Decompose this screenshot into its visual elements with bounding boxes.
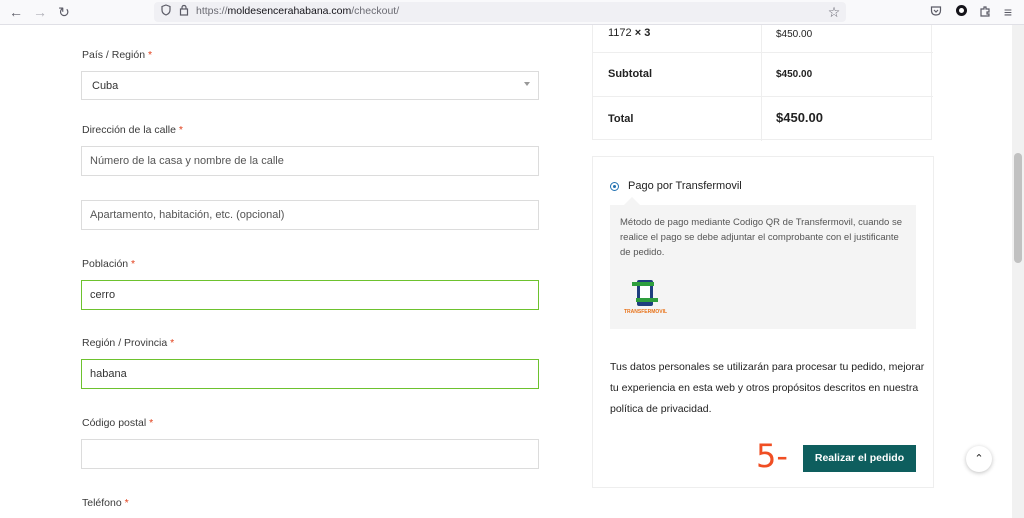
chevron-up-icon: ⌃ (974, 453, 984, 465)
place-order-button[interactable]: Realizar el pedido (803, 445, 916, 472)
postal-input[interactable] (81, 439, 539, 469)
privacy-text: Tus datos personales se utilizarán para … (610, 361, 925, 415)
back-to-top-button[interactable]: ⌃ (966, 446, 992, 472)
lock-icon[interactable] (176, 4, 192, 20)
payment-box: Pago por Transfermovil Método de pago me… (592, 156, 934, 488)
back-icon[interactable]: ← (6, 3, 26, 21)
extensions-icon[interactable] (975, 3, 995, 21)
country-value: Cuba (92, 80, 119, 92)
item-price: $450.00 (776, 29, 813, 40)
payment-method-label[interactable]: Pago por Transfermovil (628, 180, 742, 192)
phone-label: Teléfono * (82, 497, 129, 509)
scrollbar[interactable] (1012, 25, 1024, 518)
arrow-left-icon (636, 298, 658, 302)
account-icon[interactable] (951, 3, 971, 21)
postal-label: Código postal * (82, 417, 154, 429)
menu-icon[interactable]: ≡ (998, 3, 1018, 21)
url-bar[interactable]: https://moldesencerahabana.com/checkout/… (154, 2, 846, 22)
payment-radio[interactable] (610, 182, 619, 191)
street-label: Dirección de la calle * (82, 124, 183, 136)
chevron-down-icon (524, 82, 530, 86)
forward-icon[interactable]: → (30, 3, 50, 21)
browser-toolbar: ← → ↻ https://moldesencerahabana.com/che… (0, 0, 1024, 25)
total-label: Total (608, 113, 634, 125)
region-input[interactable]: habana (81, 359, 539, 389)
payment-description: Método de pago mediante Codigo QR de Tra… (610, 197, 916, 329)
table-row: Subtotal $450.00 (593, 53, 933, 97)
shield-icon[interactable] (158, 4, 174, 20)
country-label: País / Región * (82, 49, 153, 61)
total-value: $450.00 (776, 110, 823, 125)
pocket-icon[interactable] (926, 3, 946, 21)
apartment-input[interactable]: Apartamento, habitación, etc. (opcional) (81, 200, 539, 230)
city-input[interactable]: cerro (81, 280, 539, 310)
reload-icon[interactable]: ↻ (54, 3, 74, 21)
table-row: 1172 × 3 $450.00 (593, 25, 933, 53)
city-label: Población * (82, 258, 136, 270)
step-annotation: 5- (756, 437, 788, 475)
table-row: Total $450.00 (593, 97, 933, 141)
country-select[interactable]: Cuba (81, 71, 539, 100)
page-content: País / Región * Cuba Dirección de la cal… (0, 25, 1012, 518)
order-summary-table: 1172 × 3 $450.00 Subtotal $450.00 Total … (592, 25, 933, 141)
bookmark-star-icon[interactable]: ☆ (826, 4, 842, 20)
transfermovil-logo: TRANSFERMOVIL (624, 278, 668, 318)
scrollbar-thumb[interactable] (1014, 153, 1022, 263)
logo-text: TRANSFERMOVIL (624, 309, 668, 315)
item-name: 1172 × 3 (608, 27, 651, 39)
arrow-right-icon (632, 282, 654, 286)
subtotal-value: $450.00 (776, 69, 813, 80)
subtotal-label: Subtotal (608, 68, 652, 80)
url-text: https://moldesencerahabana.com/checkout/ (196, 5, 400, 17)
region-label: Región / Provincia * (82, 337, 175, 349)
street-input[interactable]: Número de la casa y nombre de la calle (81, 146, 539, 176)
payment-description-text: Método de pago mediante Codigo QR de Tra… (620, 217, 902, 258)
